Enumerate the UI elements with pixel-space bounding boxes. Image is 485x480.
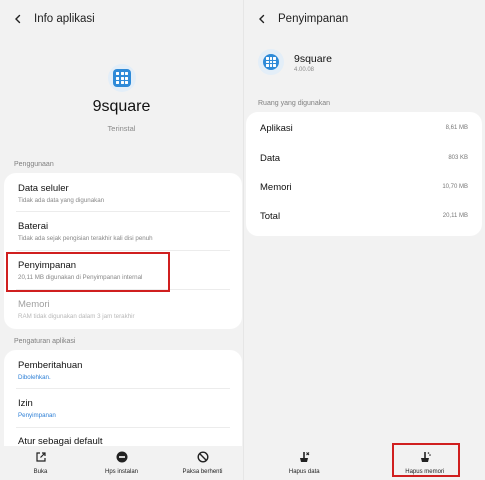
uninstall-icon [115,450,129,464]
grid-app-icon [258,49,284,75]
storage-row-memory: Memori 10,70 MB [260,177,468,197]
button-label: Hapus data [288,469,320,475]
chevron-left-icon[interactable] [252,9,272,29]
app-install-status: Terinstal [107,124,136,133]
clear-data-button[interactable]: Hapus data [244,446,365,480]
bottom-action-bar: Buka Hps instalan Paksa berhenti [0,446,243,480]
usage-item-mobile-data[interactable]: Data seluler Tidak ada data yang digunak… [18,183,230,204]
chevron-left-icon[interactable] [8,9,28,29]
usage-card: Data seluler Tidak ada data yang digunak… [4,173,242,329]
uninstall-button[interactable]: Hps instalan [81,446,162,480]
row-label: Total [260,210,281,222]
page-title: Penyimpanan [278,13,349,25]
divider [16,388,230,389]
divider [16,427,230,428]
row-label: Aplikasi [260,122,293,134]
row-value: 8,61 MB [445,125,468,131]
item-title: Baterai [18,221,49,232]
app-version: 4.00.08 [294,67,315,73]
section-label-app-settings: Pengaturan aplikasi [14,338,76,345]
storage-row-total: Total 20,11 MB [260,206,468,226]
grid-app-icon [108,64,136,92]
button-label: Buka [33,469,48,475]
usage-item-battery[interactable]: Baterai Tidak ada sejak pengisian terakh… [18,221,230,242]
clear-data-icon [297,450,311,464]
app-info-panel: Info aplikasi 9square Terinstal Pengguna… [0,0,243,480]
storage-panel: Penyimpanan 9square 4.00.08 Ruang yang d… [243,0,485,480]
settings-item-permissions[interactable]: Izin Penyimpanan [18,398,230,419]
divider [16,211,230,212]
item-subtitle: Dibolehkan. [18,374,51,381]
storage-usage-card: Aplikasi 8,61 MB Data 803 KB Memori 10,7… [246,112,482,236]
storage-highlight-box [6,252,170,292]
item-subtitle: RAM tidak digunakan dalam 3 jam terakhir [18,313,135,320]
divider [16,250,230,251]
row-value: 803 KB [448,155,468,161]
settings-item-notifications[interactable]: Pemberitahuan Dibolehkan. [18,360,230,381]
storage-header: Penyimpanan [244,0,485,38]
section-label-used-space: Ruang yang digunakan [258,100,331,107]
app-info-header: Info aplikasi [0,0,243,38]
open-external-icon [34,450,48,464]
app-name: 9square [294,53,332,65]
app-name: 9square [92,98,151,115]
row-label: Memori [260,181,292,193]
storage-row-app: Aplikasi 8,61 MB [260,118,468,138]
item-subtitle: Penyimpanan [18,412,56,419]
button-label: Hps instalan [104,469,139,475]
force-stop-button[interactable]: Paksa berhenti [162,446,243,480]
item-subtitle: Tidak ada sejak pengisian terakhir kali … [18,235,153,242]
storage-row-data: Data 803 KB [260,148,468,168]
clear-cache-highlight-box [392,443,460,477]
row-value: 20,11 MB [442,213,468,219]
item-title: Izin [18,398,33,409]
row-label: Data [260,152,281,164]
button-label: Paksa berhenti [182,469,223,475]
item-subtitle: Tidak ada data yang digunakan [18,197,105,204]
usage-item-memory[interactable]: Memori RAM tidak digunakan dalam 3 jam t… [18,299,230,320]
row-value: 10,70 MB [442,184,468,190]
item-title: Pemberitahuan [18,360,83,371]
section-label-usage: Penggunaan [14,161,54,168]
open-button[interactable]: Buka [0,446,81,480]
item-title: Data seluler [18,183,69,194]
page-title: Info aplikasi [34,13,95,25]
item-title: Memori [18,299,50,310]
force-stop-icon [196,450,210,464]
